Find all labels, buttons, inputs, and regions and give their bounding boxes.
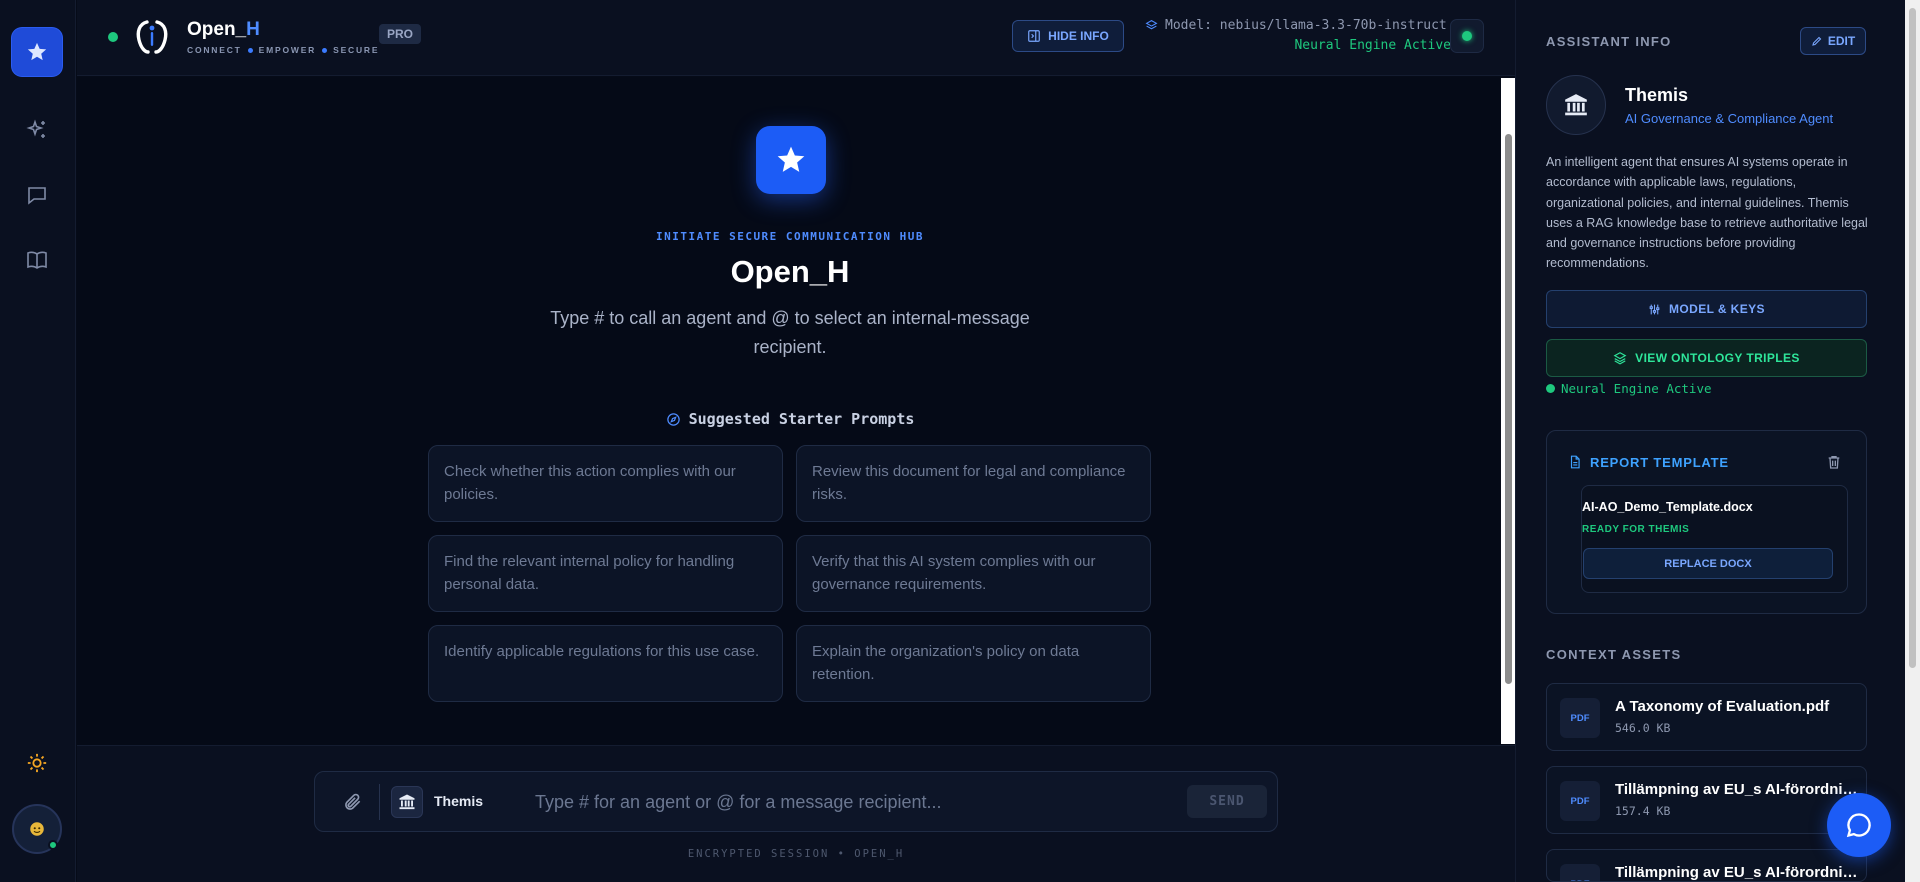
panel-scrollbar-thumb[interactable] — [1909, 8, 1916, 668]
pencil-icon — [1812, 36, 1822, 46]
attach-button[interactable] — [341, 790, 365, 814]
asset-name: A Taxonomy of Evaluation.pdf — [1615, 698, 1830, 715]
main-scrollbar-thumb[interactable] — [1505, 134, 1512, 684]
pdf-file-icon: PDF — [1560, 781, 1600, 821]
hero-title: Open_H — [730, 254, 850, 289]
agent-description: An intelligent agent that ensures AI sys… — [1546, 155, 1868, 271]
model-keys-button[interactable]: MODEL & KEYS — [1546, 290, 1867, 328]
view-ontology-button[interactable]: VIEW ONTOLOGY TRIPLES — [1546, 339, 1867, 377]
starter-prompt-card[interactable]: Find the relevant internal policy for ha… — [428, 535, 783, 612]
edit-button[interactable]: EDIT — [1800, 27, 1866, 55]
context-assets-title: CONTEXT ASSETS — [1546, 647, 1682, 662]
context-asset-item[interactable]: PDF A Taxonomy of Evaluation.pdf 546.0 K… — [1546, 683, 1867, 751]
sliders-icon — [1649, 304, 1660, 314]
sparkles-nav-button[interactable] — [20, 113, 54, 147]
layers-icon — [1613, 352, 1627, 365]
asset-size: 157.4 KB — [1615, 804, 1671, 818]
brand-tagline: CONNECT EMPOWER SECURE — [187, 45, 380, 55]
engine-status-text: Neural Engine Active — [1294, 38, 1451, 53]
asset-name: Tillämpning av EU_s AI-förordning.pdf — [1615, 781, 1861, 798]
home-star-button[interactable] — [12, 28, 62, 76]
template-file-name: AI-AO_Demo_Template.docx — [1582, 500, 1753, 514]
message-composer: Themis SEND — [314, 771, 1278, 832]
engine-status-button[interactable] — [1450, 19, 1484, 53]
composer-divider — [379, 784, 380, 820]
theme-toggle-button[interactable] — [22, 748, 52, 778]
selected-agent-name: Themis — [434, 793, 484, 809]
brand-name: Open_H — [187, 19, 260, 40]
user-face-icon — [30, 822, 44, 836]
star-icon — [27, 42, 47, 61]
model-label: Model: nebius/llama-3.3-70b-instruct — [1165, 18, 1447, 33]
chat-nav-button[interactable] — [20, 178, 54, 212]
session-footer: ENCRYPTED SESSION • OPEN_H — [687, 848, 905, 860]
panel-title: ASSISTANT INFO — [1546, 34, 1672, 49]
asset-name: Tillämpning av EU_s AI-förordning 2.pdf — [1615, 864, 1861, 881]
layers-icon — [1145, 20, 1158, 30]
engine-active-dot — [1546, 384, 1555, 393]
trash-icon[interactable] — [1826, 453, 1842, 471]
star-icon — [777, 146, 805, 172]
paperclip-icon — [345, 793, 361, 810]
pro-badge: PRO — [379, 24, 422, 44]
open-chat-button[interactable] — [1827, 793, 1891, 857]
compass-icon — [666, 412, 680, 426]
chat-icon — [28, 187, 46, 205]
asset-size: 546.0 KB — [1615, 721, 1671, 735]
hide-info-label: HIDE INFO — [1048, 29, 1109, 43]
agent-name: Themis — [1625, 85, 1689, 105]
starter-prompt-card[interactable]: Check whether this action complies with … — [428, 445, 783, 522]
template-file-status: READY FOR THEMIS — [1582, 524, 1690, 535]
pdf-file-icon: PDF — [1560, 698, 1600, 738]
send-button[interactable]: SEND — [1187, 785, 1267, 818]
starter-prompt-card[interactable]: Explain the organization's policy on dat… — [796, 625, 1151, 702]
context-asset-item[interactable]: PDF Tillämpning av EU_s AI-förordning 2.… — [1546, 849, 1867, 882]
agent-role: AI Governance & Compliance Agent — [1625, 111, 1834, 126]
pdf-file-icon: PDF — [1560, 864, 1600, 881]
document-icon — [1570, 455, 1580, 469]
engine-active-dot — [1462, 31, 1472, 41]
starter-prompt-card[interactable]: Identify applicable regulations for this… — [428, 625, 783, 702]
panel-engine-status: Neural Engine Active — [1546, 381, 1712, 396]
online-status-dot — [48, 840, 58, 850]
starter-prompt-card[interactable]: Review this document for legal and compl… — [796, 445, 1151, 522]
starter-prompt-card[interactable]: Verify that this AI system complies with… — [796, 535, 1151, 612]
institution-icon — [399, 794, 415, 810]
chat-bubble-icon — [1846, 813, 1871, 838]
left-rail — [0, 0, 76, 882]
report-template-title: REPORT TEMPLATE — [1568, 454, 1729, 470]
connection-status-dot — [108, 32, 118, 42]
sun-icon — [27, 753, 47, 773]
starter-prompts-heading: Suggested Starter Prompts — [0, 410, 1580, 428]
brand-logo-icon — [136, 20, 168, 54]
hide-info-button[interactable]: HIDE INFO — [1012, 20, 1124, 52]
agent-avatar — [1546, 75, 1606, 135]
message-input[interactable] — [535, 786, 1175, 818]
selected-agent-chip[interactable] — [391, 786, 423, 818]
panel-collapse-icon — [1028, 30, 1040, 42]
institution-icon — [1565, 94, 1587, 116]
model-indicator: Model: nebius/llama-3.3-70b-instruct — [1145, 18, 1447, 33]
hero-kicker: INITIATE SECURE COMMUNICATION HUB — [655, 230, 925, 243]
panel-scrollbar[interactable] — [1905, 0, 1920, 882]
replace-docx-button[interactable]: REPLACE DOCX — [1583, 548, 1833, 579]
sparkles-icon — [26, 119, 45, 138]
hero-star-icon-tile — [756, 126, 826, 194]
hero-subtitle: Type # to call an agent and @ to select … — [550, 308, 1030, 357]
user-avatar[interactable] — [12, 804, 62, 854]
context-asset-item[interactable]: PDF Tillämpning av EU_s AI-förordning.pd… — [1546, 766, 1867, 834]
top-bar: Open_H CONNECT EMPOWER SECURE PRO HIDE INF… — [77, 0, 1515, 76]
